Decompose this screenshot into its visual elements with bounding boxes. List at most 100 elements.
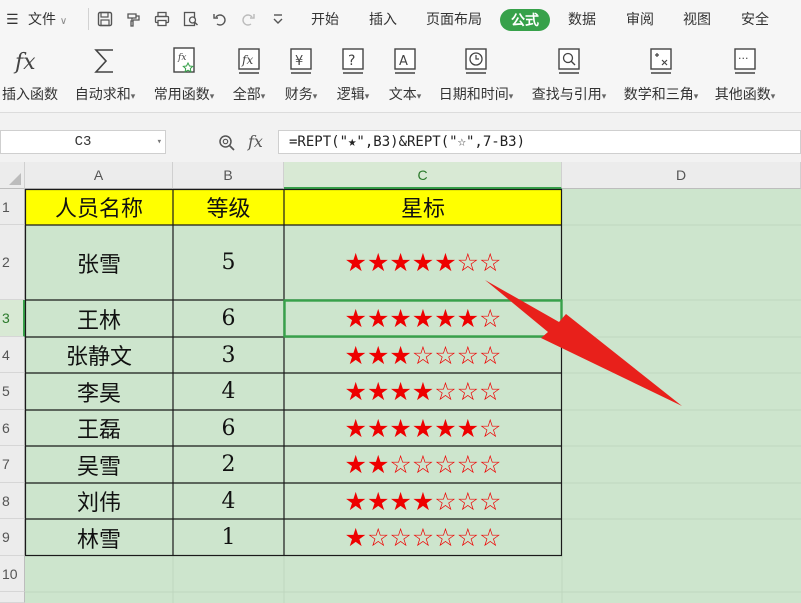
hamburger-menu-icon[interactable]: ☰ [6, 0, 19, 38]
level-cell[interactable]: 4 [173, 373, 284, 410]
tab-formulas[interactable]: 公式 [500, 9, 550, 31]
name-cell[interactable]: 刘伟 [25, 483, 173, 519]
common-functions-button[interactable]: fx 常用函数▾ [150, 44, 218, 104]
ribbon-label: 全部▾ [232, 86, 266, 102]
tab-review[interactable]: 审阅 [620, 0, 660, 38]
fx-icon: fx [13, 50, 36, 75]
row-header-8[interactable]: 8 [0, 483, 25, 519]
column-header-a[interactable]: A [25, 162, 173, 189]
name-cell[interactable]: 张静文 [25, 337, 173, 373]
name-box[interactable]: C3 ▾ [0, 130, 166, 154]
ribbon-label: 常用函数▾ [153, 86, 215, 102]
common-function-icon: fx [173, 47, 195, 73]
svg-text:A: A [399, 54, 408, 69]
stars-cell[interactable]: ★★★★★★☆ [284, 410, 562, 446]
row-header-4[interactable]: 4 [0, 337, 25, 373]
zoom-search-icon[interactable] [218, 134, 236, 152]
print-icon[interactable] [154, 11, 170, 27]
row-header-6[interactable]: 6 [0, 410, 25, 446]
chevron-down-icon[interactable]: ▾ [157, 131, 162, 153]
all-functions-icon: fx [238, 48, 260, 74]
tab-data[interactable]: 数据 [562, 0, 602, 38]
level-cell[interactable]: 5 [173, 225, 284, 300]
tab-security[interactable]: 安全 [735, 0, 775, 38]
column-header-d[interactable]: D [562, 162, 801, 189]
ribbon-label: 自动求和▾ [74, 86, 136, 102]
tab-label: 公式 [511, 12, 539, 28]
header-cell-name[interactable]: 人员名称 [25, 189, 173, 225]
stars-cell[interactable]: ★☆☆☆☆☆☆ [284, 519, 562, 556]
row-header-1[interactable]: 1 [0, 189, 25, 225]
math-trig-button[interactable]: 数学和三角▾ [618, 44, 704, 104]
all-functions-button[interactable]: fx 全部▾ [226, 44, 272, 104]
sigma-icon [94, 49, 113, 73]
level-cell[interactable]: 2 [173, 446, 284, 483]
ribbon-label: 日期和时间▾ [438, 86, 514, 102]
datetime-button[interactable]: 日期和时间▾ [434, 44, 518, 104]
name-cell[interactable]: 王林 [25, 300, 173, 337]
save-icon[interactable] [97, 11, 113, 27]
tab-page-layout[interactable]: 页面布局 [421, 0, 487, 38]
text-functions-button[interactable]: A 文本▾ [382, 44, 428, 104]
column-header-c[interactable]: C [284, 162, 562, 189]
lookup-reference-button[interactable]: 查找与引用▾ [526, 44, 612, 104]
level-cell[interactable]: 1 [173, 519, 284, 556]
level-cell[interactable]: 4 [173, 483, 284, 519]
row-header-5[interactable]: 5 [0, 373, 25, 410]
formulas-ribbon: fx 插入函数 自动求和▾ fx 常用函数▾ fx 全部▾ ¥ 财务▾ ? 逻辑… [0, 38, 801, 112]
quick-access-more-icon[interactable] [270, 11, 286, 27]
logic-button[interactable]: ? 逻辑▾ [330, 44, 376, 104]
tab-home[interactable]: 开始 [305, 0, 345, 38]
formula-bar: C3 ▾ fx =REPT("★",B3)&REPT("☆",7-B3) [0, 112, 801, 162]
name-cell[interactable]: 张雪 [25, 225, 173, 300]
redo-icon[interactable] [240, 11, 256, 27]
name-cell[interactable]: 吴雪 [25, 446, 173, 483]
column-header-b[interactable]: B [173, 162, 284, 189]
row-header-9[interactable]: 9 [0, 519, 25, 556]
header-cell-stars[interactable]: 星标 [284, 189, 562, 225]
print-preview-icon[interactable] [183, 11, 199, 27]
name-cell[interactable]: 林雪 [25, 519, 173, 556]
svg-text:?: ? [348, 53, 355, 69]
tab-insert[interactable]: 插入 [364, 0, 402, 38]
level-cell[interactable]: 3 [173, 337, 284, 373]
row-header-7[interactable]: 7 [0, 446, 25, 483]
svg-text:¥: ¥ [295, 54, 303, 69]
row-header-2[interactable]: 2 [0, 225, 25, 300]
other-functions-button[interactable]: ··· 其他函数▾ [710, 44, 780, 104]
ribbon-label: 文本▾ [388, 86, 422, 102]
other-functions-icon: ··· [734, 48, 756, 74]
finance-button[interactable]: ¥ 财务▾ [278, 44, 324, 104]
column-letter: A [93, 167, 104, 183]
tab-view[interactable]: 视图 [677, 0, 717, 38]
level-cell[interactable]: 6 [173, 300, 284, 337]
row-header-11[interactable] [0, 592, 25, 603]
autosum-button[interactable]: 自动求和▾ [70, 44, 140, 104]
svg-text:fx: fx [177, 53, 186, 63]
header-cell-level[interactable]: 等级 [173, 189, 284, 225]
stars-cell-selected[interactable]: ★★★★★★☆ [284, 300, 562, 337]
name-cell[interactable]: 王磊 [25, 410, 173, 446]
format-painter-icon[interactable] [126, 11, 142, 27]
stars-cell[interactable]: ★★★★☆☆☆ [284, 483, 562, 519]
column-letter: D [675, 167, 687, 183]
row-number: 5 [2, 383, 10, 399]
stars-cell[interactable]: ★★☆☆☆☆☆ [284, 446, 562, 483]
fx-icon[interactable]: fx [248, 130, 263, 154]
select-all-corner[interactable] [0, 162, 25, 189]
stars-cell[interactable]: ★★★★☆☆☆ [284, 373, 562, 410]
math-icon [650, 48, 672, 74]
file-menu[interactable]: 文件 ∨ [28, 0, 67, 41]
formula-input[interactable]: =REPT("★",B3)&REPT("☆",7-B3) [278, 130, 801, 154]
row-header-10[interactable]: 10 [0, 556, 25, 592]
name-cell[interactable]: 李昊 [25, 373, 173, 410]
row-header-3[interactable]: 3 [0, 300, 25, 337]
stars-cell[interactable]: ★★★☆☆☆☆ [284, 337, 562, 373]
tab-label: 视图 [683, 11, 711, 27]
insert-function-button[interactable]: fx 插入函数 [0, 44, 60, 104]
stars-cell[interactable]: ★★★★★☆☆ [284, 225, 562, 300]
level-cell[interactable]: 6 [173, 410, 284, 446]
undo-icon[interactable] [212, 11, 228, 27]
svg-text:fx: fx [241, 53, 253, 67]
chevron-down-icon: ∨ [59, 16, 68, 27]
